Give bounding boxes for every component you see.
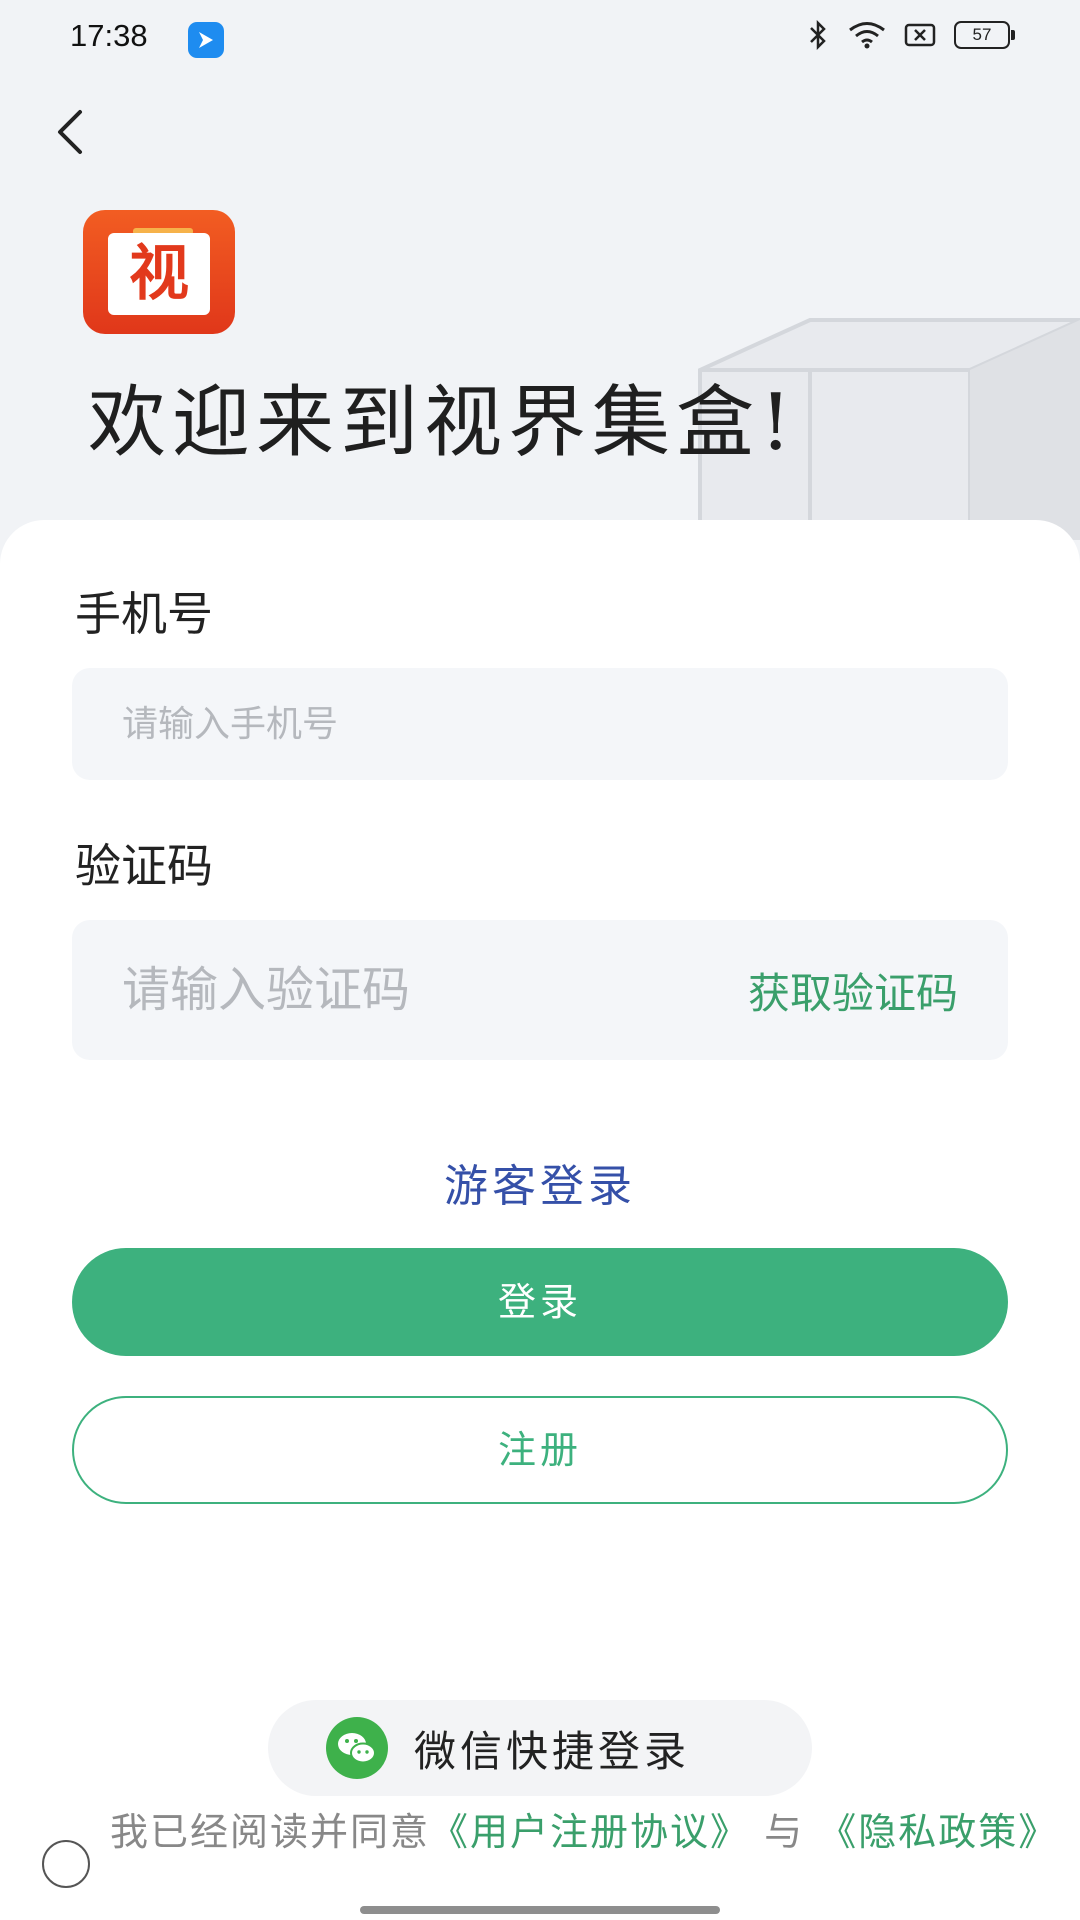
- status-icons: 57: [806, 20, 1015, 50]
- wechat-icon: [326, 1717, 388, 1779]
- status-time: 17:38: [70, 18, 148, 53]
- login-button[interactable]: 登录: [72, 1248, 1008, 1356]
- wifi-icon: [849, 22, 885, 49]
- chevron-left-icon: [58, 110, 82, 154]
- phone-label: 手机号: [75, 587, 213, 641]
- register-button[interactable]: 注册: [72, 1396, 1008, 1504]
- get-code-button[interactable]: 获取验证码: [748, 920, 958, 1060]
- phone-input[interactable]: [72, 668, 1008, 780]
- wechat-login-button[interactable]: 微信快捷登录: [268, 1700, 812, 1796]
- sim-error-icon: [904, 23, 936, 47]
- guest-login-link[interactable]: 游客登录: [0, 1150, 1080, 1214]
- bluetooth-icon: [810, 20, 826, 50]
- code-field: 获取验证码: [72, 920, 1008, 1060]
- app-notification-icon: [188, 22, 224, 58]
- welcome-title: 欢迎来到视界集盒!: [88, 378, 798, 468]
- phone-field: [72, 668, 1008, 780]
- wechat-login-label: 微信快捷登录: [414, 1726, 691, 1776]
- code-input[interactable]: [72, 920, 672, 1060]
- app-logo-glyph: 视: [108, 233, 210, 315]
- back-button[interactable]: [50, 100, 100, 160]
- agreement-text: 我已经阅读并同意《用户注册协议》 与 《隐私政策》: [110, 1810, 1059, 1854]
- privacy-policy-link[interactable]: 《隐私政策》: [818, 1810, 1058, 1854]
- user-agreement-link[interactable]: 《用户注册协议》: [430, 1810, 750, 1854]
- status-bar: 17:38 57: [0, 0, 1080, 80]
- home-indicator[interactable]: [360, 1906, 720, 1914]
- code-label: 验证码: [75, 839, 213, 893]
- app-logo: 视: [83, 210, 235, 334]
- agreement-checkbox[interactable]: [42, 1840, 90, 1888]
- battery-indicator: 57: [954, 21, 1015, 49]
